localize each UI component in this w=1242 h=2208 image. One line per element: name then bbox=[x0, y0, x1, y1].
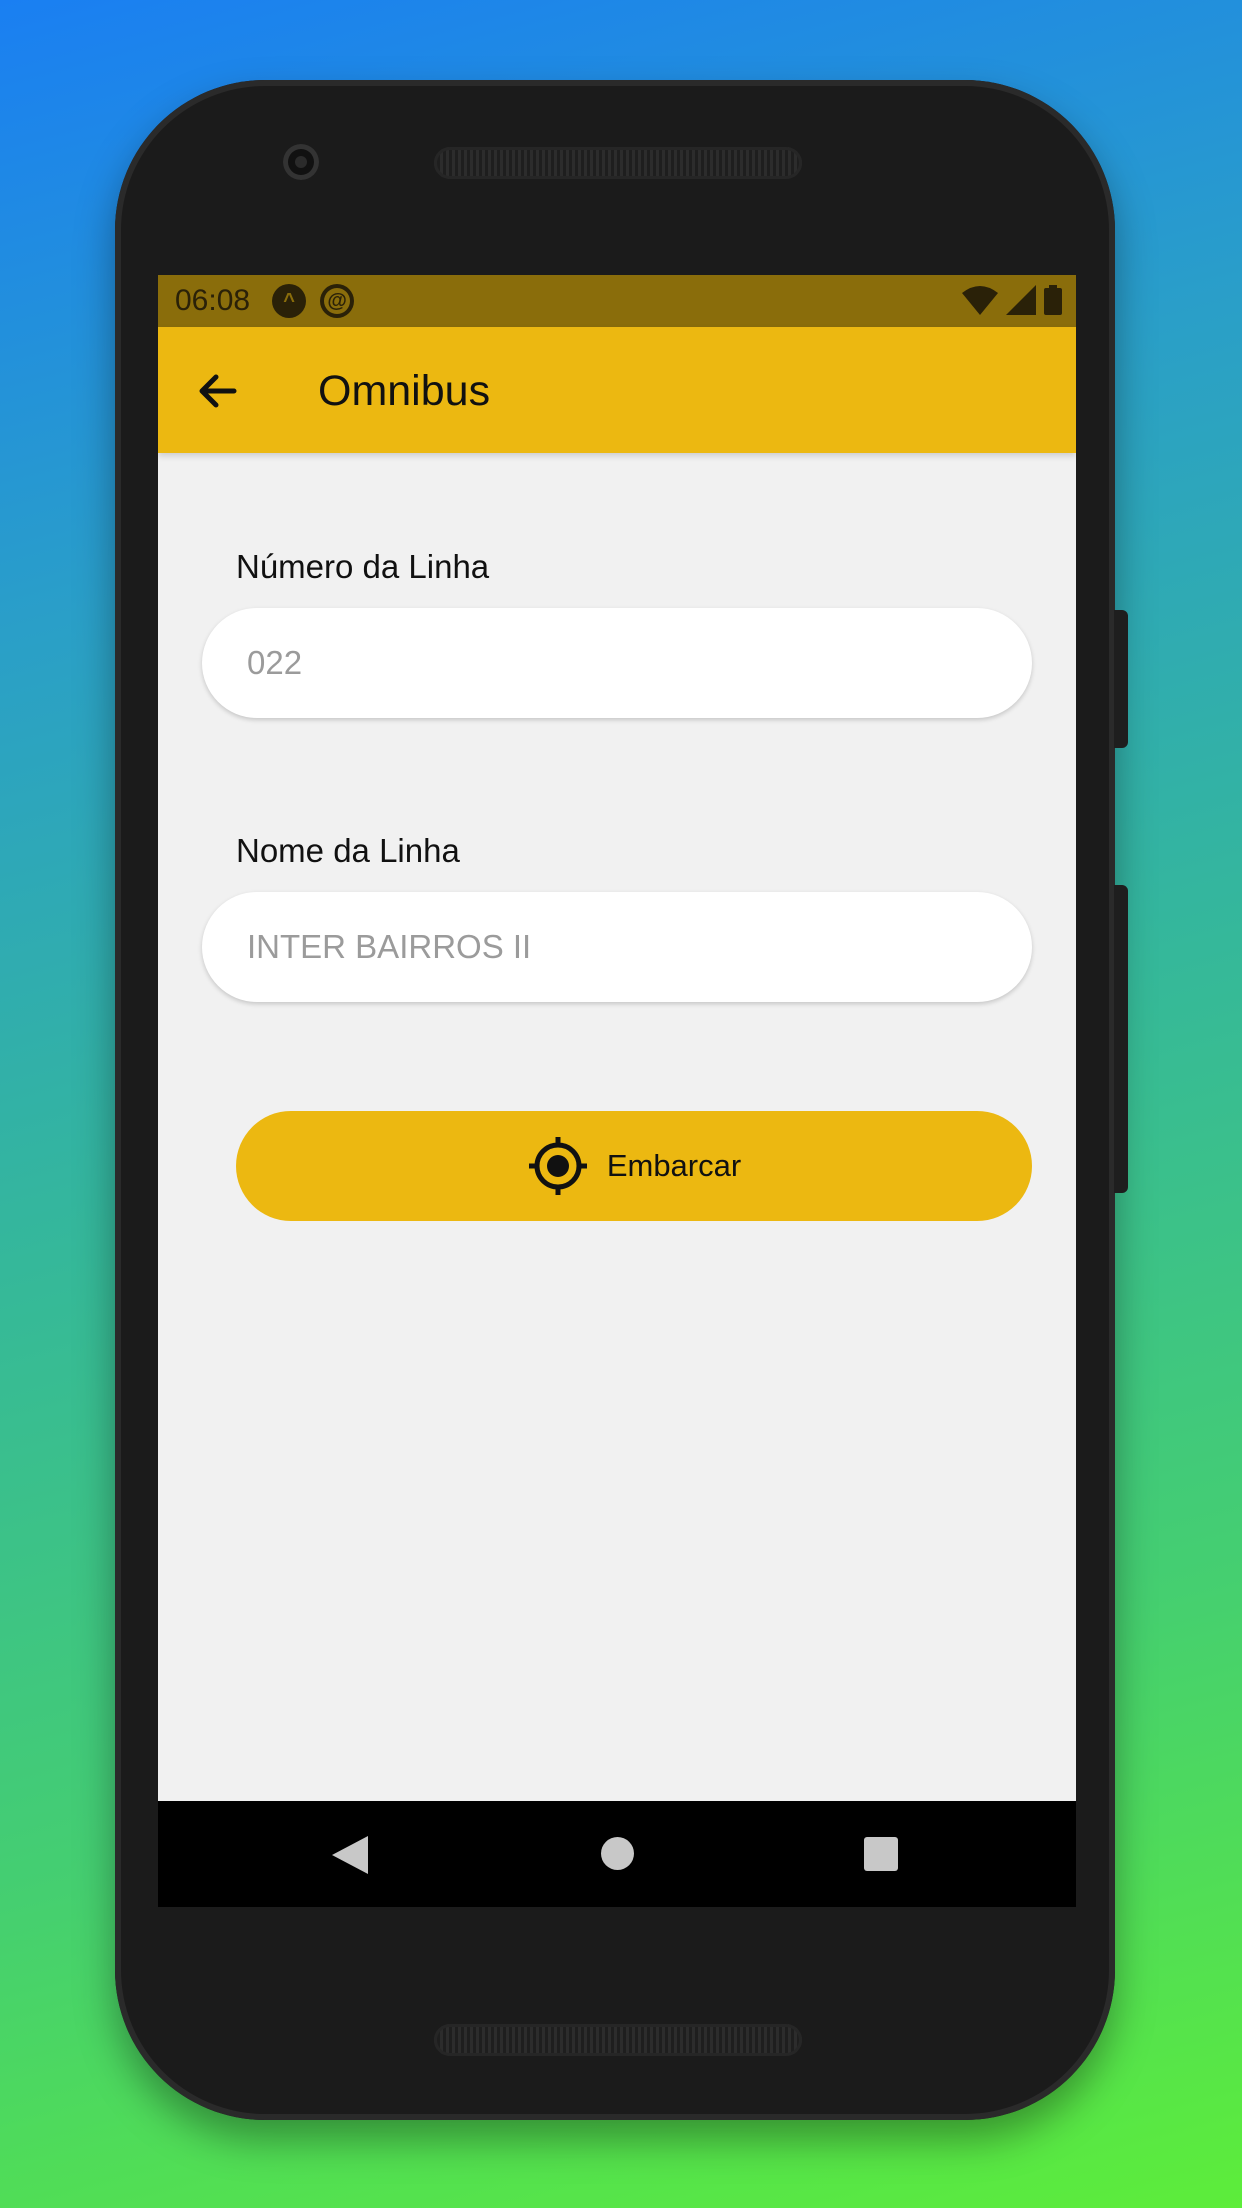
expo-icon: ^ bbox=[272, 284, 307, 318]
front-camera bbox=[283, 144, 319, 180]
line-number-field[interactable] bbox=[202, 608, 1032, 718]
blocked-icon: @ bbox=[320, 284, 354, 318]
app-screen: 06:08 ^ @ Omnibus Número da Linha Nome d… bbox=[158, 275, 1076, 1907]
line-number-label: Número da Linha bbox=[236, 548, 490, 585]
bottom-speaker bbox=[434, 2024, 802, 2056]
status-time: 06:08 bbox=[175, 284, 251, 317]
earpiece-speaker bbox=[434, 147, 802, 179]
volume-buttons bbox=[1114, 885, 1128, 1193]
nav-back-icon[interactable] bbox=[332, 1836, 368, 1874]
line-name-input[interactable] bbox=[202, 892, 1032, 1002]
page-title: Omnibus bbox=[318, 367, 491, 415]
battery-icon bbox=[1044, 285, 1062, 315]
arrow-left-icon[interactable] bbox=[194, 368, 240, 414]
system-status-icons bbox=[962, 285, 1062, 315]
wifi-icon bbox=[962, 286, 998, 315]
app-bar: Omnibus bbox=[158, 327, 1076, 453]
navigation-bar bbox=[158, 1801, 1076, 1907]
board-button[interactable]: Embarcar bbox=[236, 1111, 1032, 1221]
power-button bbox=[1114, 610, 1128, 748]
board-button-label: Embarcar bbox=[606, 1148, 742, 1183]
line-name-field[interactable] bbox=[202, 892, 1032, 1002]
gps-fixed-icon bbox=[528, 1137, 587, 1195]
status-bar: 06:08 ^ @ bbox=[158, 275, 1076, 327]
line-name-label: Nome da Linha bbox=[236, 832, 460, 869]
cell-signal-icon bbox=[1006, 285, 1036, 315]
nav-home-icon[interactable] bbox=[601, 1837, 634, 1870]
line-number-input[interactable] bbox=[202, 608, 1032, 718]
nav-recents-icon[interactable] bbox=[864, 1837, 898, 1871]
